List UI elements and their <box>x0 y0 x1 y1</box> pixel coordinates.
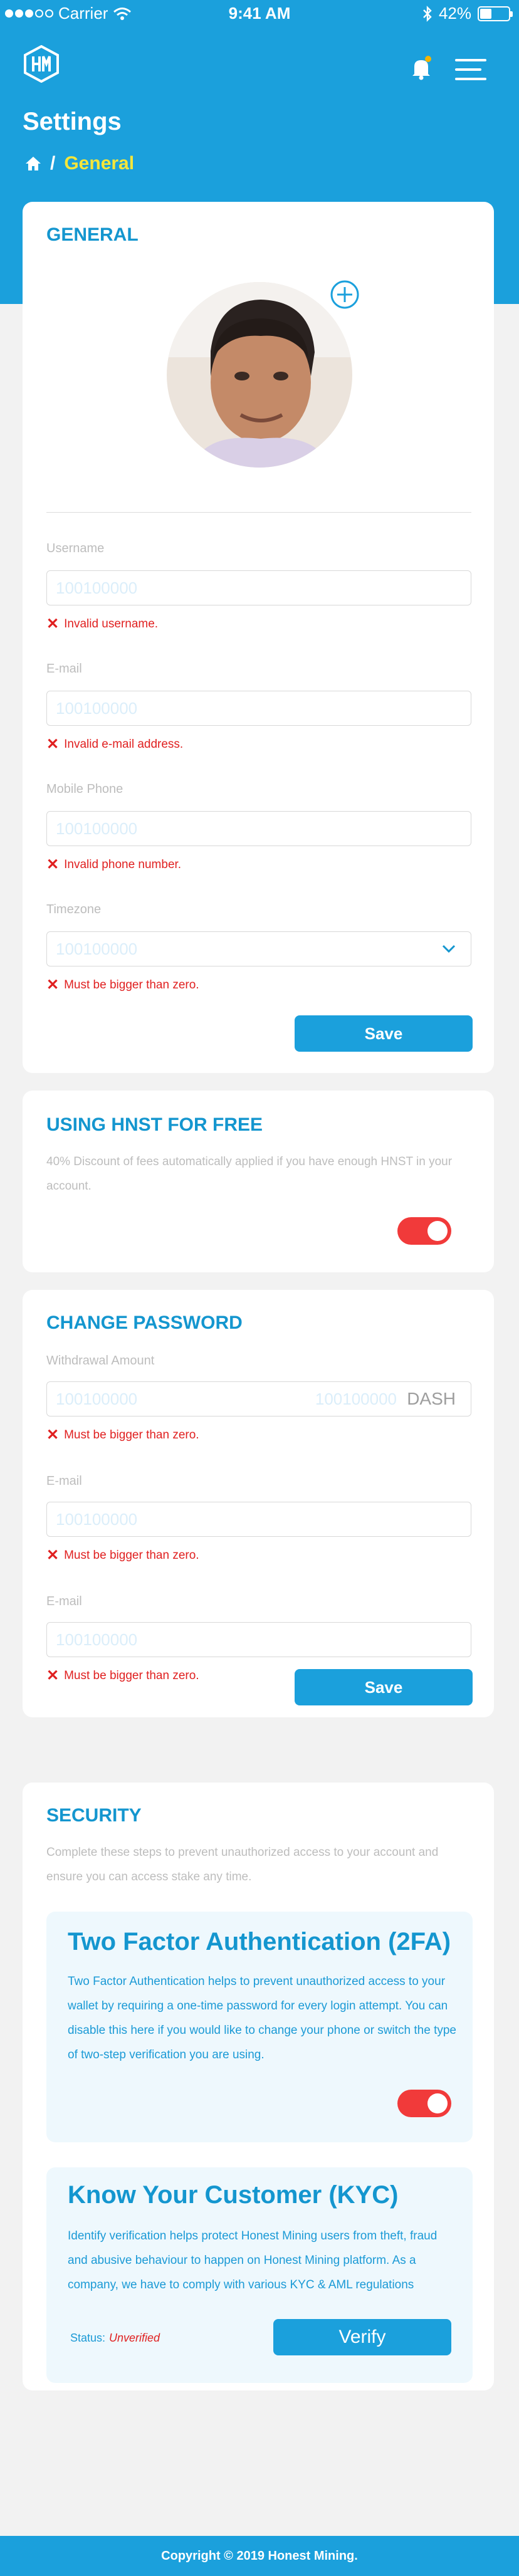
kyc-status-value: Unverified <box>109 2332 160 2344</box>
error-text: Must be bigger than zero. <box>64 1669 199 1682</box>
divider <box>46 512 471 513</box>
password-email-label: E-mail <box>46 1474 82 1488</box>
status-bar: Carrier 9:41 AM 42% <box>0 0 519 25</box>
email-label: E-mail <box>46 662 82 676</box>
error-text: Must be bigger than zero. <box>64 978 199 992</box>
error-text: Invalid username. <box>64 617 159 631</box>
error-x-icon: ✕ <box>46 1547 60 1564</box>
breadcrumb: / General <box>25 153 134 174</box>
change-password-card: CHANGE PASSWORD Withdrawal Amount 100100… <box>23 1290 494 1717</box>
hamburger-menu-icon[interactable] <box>455 59 486 80</box>
password-email-input[interactable]: 100100000 <box>46 1502 471 1537</box>
timezone-value: 100100000 <box>56 939 138 958</box>
kyc-text: Identify verification helps protect Hone… <box>68 2229 438 2291</box>
two-factor-text: Two Factor Authentication helps to preve… <box>68 1975 456 2061</box>
two-factor-panel: Two Factor Authentication (2FA) Two Fact… <box>46 1912 473 2142</box>
two-factor-toggle[interactable] <box>397 2090 451 2117</box>
battery-icon <box>478 6 513 21</box>
username-label: Username <box>46 542 105 555</box>
withdrawal-amount-error: ✕ Must be bigger than zero. <box>46 1428 199 1443</box>
footer-copyright: Copyright © 2019 Honest Mining. <box>0 2536 519 2576</box>
timezone-label: Timezone <box>46 903 102 916</box>
hnst-title: USING HNST FOR FREE <box>46 1114 263 1135</box>
save-button[interactable]: Save <box>295 1015 473 1052</box>
withdrawal-amount-hint: 100100000 <box>315 1389 397 1408</box>
page-title: Settings <box>23 108 122 135</box>
timezone-error: ✕ Must be bigger than zero. <box>46 978 199 993</box>
add-photo-icon[interactable] <box>330 280 360 310</box>
hnst-card: USING HNST FOR FREE 40% Discount of fees… <box>23 1091 494 1272</box>
notification-bell-icon[interactable] <box>409 55 434 80</box>
password-email-2-input[interactable]: 100100000 <box>46 1622 471 1657</box>
security-title: SECURITY <box>46 1805 142 1826</box>
general-card: GENERAL Username 100100000 ✕ Invalid user… <box>23 202 494 1073</box>
withdrawal-amount-input[interactable]: 100100000 100100000 DASH <box>46 1381 471 1416</box>
mobile-phone-error: ✕ Invalid phone number. <box>46 857 181 872</box>
toggle-knob <box>427 2093 448 2113</box>
email-error: ✕ Invalid e-mail address. <box>46 737 183 752</box>
verify-button[interactable]: Verify <box>273 2319 451 2355</box>
mobile-phone-label: Mobile Phone <box>46 782 123 796</box>
username-error: ✕ Invalid username. <box>46 617 158 632</box>
error-text: Invalid e-mail address. <box>64 738 184 751</box>
error-x-icon: ✕ <box>46 736 60 753</box>
toggle-knob <box>427 1221 448 1241</box>
error-text: Must be bigger than zero. <box>64 1549 199 1562</box>
bluetooth-icon <box>423 5 432 22</box>
error-x-icon: ✕ <box>46 1667 60 1684</box>
security-card: SECURITY Complete these steps to prevent… <box>23 1783 494 2390</box>
error-x-icon: ✕ <box>46 615 60 632</box>
timezone-select[interactable]: 100100000 <box>46 931 471 966</box>
email-input[interactable]: 100100000 <box>46 691 471 726</box>
error-x-icon: ✕ <box>46 1427 60 1443</box>
mobile-phone-input[interactable]: 100100000 <box>46 811 471 846</box>
logo-icon <box>24 45 59 83</box>
error-text: Must be bigger than zero. <box>64 1428 199 1442</box>
currency-unit: DASH <box>407 1389 456 1408</box>
two-factor-title: Two Factor Authentication (2FA) <box>68 1928 451 1956</box>
password-email-2-error: ✕ Must be bigger than zero. <box>46 1668 199 1683</box>
hnst-toggle[interactable] <box>397 1217 451 1245</box>
withdrawal-amount-label: Withdrawal Amount <box>46 1354 155 1368</box>
kyc-status: Status: Unverified <box>70 2332 160 2345</box>
battery-percent: 42% <box>438 4 471 23</box>
password-email-error: ✕ Must be bigger than zero. <box>46 1548 199 1563</box>
hnst-description: 40% Discount of fees automatically appli… <box>46 1155 453 1193</box>
error-x-icon: ✕ <box>46 976 60 993</box>
breadcrumb-separator: / <box>50 153 56 174</box>
kyc-status-label: Status: <box>70 2332 106 2344</box>
withdrawal-amount-placeholder: 100100000 <box>56 1389 138 1408</box>
error-x-icon: ✕ <box>46 856 60 873</box>
home-icon[interactable] <box>25 156 41 171</box>
save-password-button[interactable]: Save <box>295 1669 473 1705</box>
general-title: GENERAL <box>46 224 139 245</box>
error-text: Invalid phone number. <box>64 858 182 871</box>
chevron-down-icon <box>442 945 456 953</box>
avatar <box>167 282 352 468</box>
kyc-panel: Know Your Customer (KYC) Identify verifi… <box>46 2167 473 2383</box>
security-description: Complete these steps to prevent unauthor… <box>46 1846 439 1883</box>
kyc-title: Know Your Customer (KYC) <box>68 2181 399 2209</box>
password-email-2-label: E-mail <box>46 1594 82 1608</box>
change-password-title: CHANGE PASSWORD <box>46 1312 243 1333</box>
username-input[interactable]: 100100000 <box>46 570 471 605</box>
breadcrumb-current: General <box>64 153 135 174</box>
